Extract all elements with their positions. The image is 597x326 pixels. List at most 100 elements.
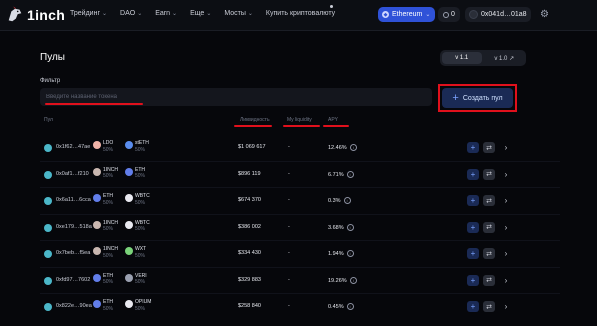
swap-button[interactable]: ⇄ — [483, 248, 495, 259]
table-row[interactable]: 0x1f62…47ae LDO 50% stETH 50% $1 069 617 - 12.4… — [40, 135, 560, 161]
table-row[interactable]: 0xe179…518a 1INCH 50% WBTC 50% $386 002 - 3.68%… — [40, 215, 560, 241]
version-switch: v 1.1 v 1.0 ↗ — [440, 50, 526, 66]
token-share: 50% — [135, 226, 146, 232]
expand-row-button[interactable]: › — [500, 142, 512, 153]
pool-address[interactable]: 0x1f62…47ae — [56, 144, 90, 150]
main-nav: Трейдинг ⌄ DAO ⌄ Earn ⌄ Еще ⌄ Мосты ⌄ Купить … — [70, 10, 348, 17]
my-liquidity-value: - — [288, 197, 290, 203]
add-liquidity-button[interactable]: + — [467, 248, 479, 259]
apy-cell: 1.94% i — [328, 250, 354, 257]
info-icon[interactable]: i — [343, 197, 351, 204]
apy-value: 6.71% — [328, 171, 344, 178]
highlight-underline — [45, 103, 143, 105]
add-liquidity-button[interactable]: + — [467, 301, 479, 312]
token-icon — [93, 300, 101, 308]
network-selector[interactable]: ◆ Ethereum ⌄ — [378, 7, 435, 22]
chevron-down-icon: ⌄ — [102, 11, 108, 17]
info-icon[interactable]: i — [349, 276, 357, 284]
swap-button[interactable]: ⇄ — [483, 221, 495, 233]
add-liquidity-button[interactable]: + — [467, 221, 479, 233]
column-header-apy[interactable]: APY — [328, 117, 338, 123]
info-icon[interactable]: i — [346, 250, 354, 257]
token-share: 50% — [103, 146, 114, 153]
add-liquidity-button[interactable]: + — [467, 274, 479, 286]
apy-value: 0.3% — [328, 197, 341, 204]
nav-more[interactable]: Еще ⌄ — [190, 10, 211, 17]
add-liquidity-button[interactable]: + — [467, 168, 479, 180]
info-icon[interactable]: i — [346, 170, 354, 178]
notifications-button[interactable]: 0 — [438, 7, 460, 22]
add-liquidity-button[interactable]: + — [467, 195, 479, 206]
apy-value: 19.26% — [328, 277, 347, 284]
column-header-liquidity[interactable]: Ликвидность — [240, 117, 270, 123]
liquidity-value: $1 069 617 — [238, 144, 266, 150]
pool-address[interactable]: 0xe179…518a — [56, 224, 92, 230]
account-button[interactable]: 0x041d…01a8 — [465, 7, 531, 22]
gear-icon[interactable]: ⚙ — [539, 9, 550, 20]
swap-button[interactable]: ⇄ — [483, 195, 495, 206]
table-row[interactable]: 0x6a11…6cca ETH 50% WBTC 50% $674 370 - 0.3% i + ⇄… — [40, 188, 560, 214]
token-b: ETH 50% — [125, 167, 145, 180]
create-pool-button[interactable]: + Создать пул — [442, 88, 513, 108]
token-a: ETH 50% — [93, 299, 113, 312]
plus-icon: + — [470, 249, 476, 258]
apy-cell: 3.68% i — [328, 223, 354, 231]
pool-address[interactable]: 0x6a11…6cca — [56, 197, 91, 203]
pool-icon — [44, 303, 52, 311]
add-liquidity-button[interactable]: + — [467, 142, 479, 153]
expand-row-button[interactable]: › — [500, 222, 512, 233]
avatar — [469, 10, 478, 19]
expand-row-button[interactable]: › — [500, 169, 512, 180]
token-share: 50% — [103, 226, 114, 232]
info-icon[interactable]: i — [346, 303, 354, 310]
expand-row-button[interactable]: › — [500, 195, 512, 206]
logo[interactable]: 1inch — [6, 6, 65, 24]
expand-row-button[interactable]: › — [500, 248, 512, 259]
token-share: 50% — [135, 252, 146, 259]
table-row[interactable]: 0x822e…90ea ETH 50% OPIUM 50% $258 840 - 0.45% i… — [40, 294, 560, 320]
expand-row-button[interactable]: › — [500, 301, 512, 312]
apy-value: 1.94% — [328, 250, 344, 257]
info-icon[interactable]: i — [349, 144, 357, 151]
nav-buy-crypto-label: Купить криптовалюту — [265, 10, 336, 17]
swap-button[interactable]: ⇄ — [483, 142, 495, 153]
token-share: 50% — [135, 173, 146, 179]
pool-address[interactable]: 0x0af1…f210 — [56, 171, 89, 177]
pool-address[interactable]: 0x7beb…f5ea — [56, 250, 90, 256]
apy-value: 12.46% — [328, 144, 347, 151]
table-row[interactable]: 0x7beb…f5ea 1INCH 50% WXT 50% $334 430 - 1.94% i… — [40, 241, 560, 267]
chevron-down-icon: ⌄ — [206, 11, 212, 17]
swap-button[interactable]: ⇄ — [483, 274, 495, 286]
pool-icon — [44, 276, 52, 285]
pool-address[interactable]: 0xfd97…7602 — [56, 277, 90, 283]
token-share: 50% — [103, 199, 114, 206]
swap-icon: ⇄ — [486, 224, 492, 231]
table-row[interactable]: 0x0af1…f210 1INCH 50% ETH 50% $896 119 - 6.71% i… — [40, 162, 560, 188]
info-icon[interactable]: i — [346, 223, 354, 231]
token-a: ETH 50% — [93, 193, 113, 206]
apy-cell: 19.26% i — [328, 276, 357, 284]
pool-address[interactable]: 0x822e…90ea — [56, 303, 92, 309]
table-row[interactable]: 0xfd97…7602 ETH 50% VERI 50% $329 883 - 19.26% i… — [40, 268, 560, 294]
version-v10-button[interactable]: v 1.0 ↗ — [485, 52, 525, 64]
expand-row-button[interactable]: › — [500, 275, 512, 286]
token-a: LDO 50% — [93, 140, 113, 153]
token-share: 50% — [103, 173, 114, 179]
nav-dao[interactable]: DAO ⌄ — [120, 10, 142, 17]
nav-buy-crypto[interactable]: Купить криптовалюту — [266, 10, 335, 17]
pool-icon — [44, 170, 52, 179]
apy-value: 3.68% — [328, 224, 344, 231]
swap-icon: ⇄ — [486, 197, 492, 205]
swap-button[interactable]: ⇄ — [483, 168, 495, 180]
nav-earn-label: Earn — [155, 10, 171, 17]
swap-button[interactable]: ⇄ — [483, 301, 495, 312]
nav-trading[interactable]: Трейдинг ⌄ — [70, 10, 107, 17]
nav-bridges[interactable]: Мосты ⌄ — [224, 10, 253, 17]
chevron-down-icon: ⌄ — [425, 12, 431, 18]
plus-icon: + — [452, 92, 459, 104]
token-icon — [93, 194, 101, 202]
nav-earn[interactable]: Earn ⌄ — [155, 10, 177, 17]
chevron-down-icon: ⌄ — [137, 11, 143, 17]
column-header-my-liquidity[interactable]: My liquidity — [287, 117, 312, 123]
version-v11-button[interactable]: v 1.1 — [442, 52, 482, 64]
